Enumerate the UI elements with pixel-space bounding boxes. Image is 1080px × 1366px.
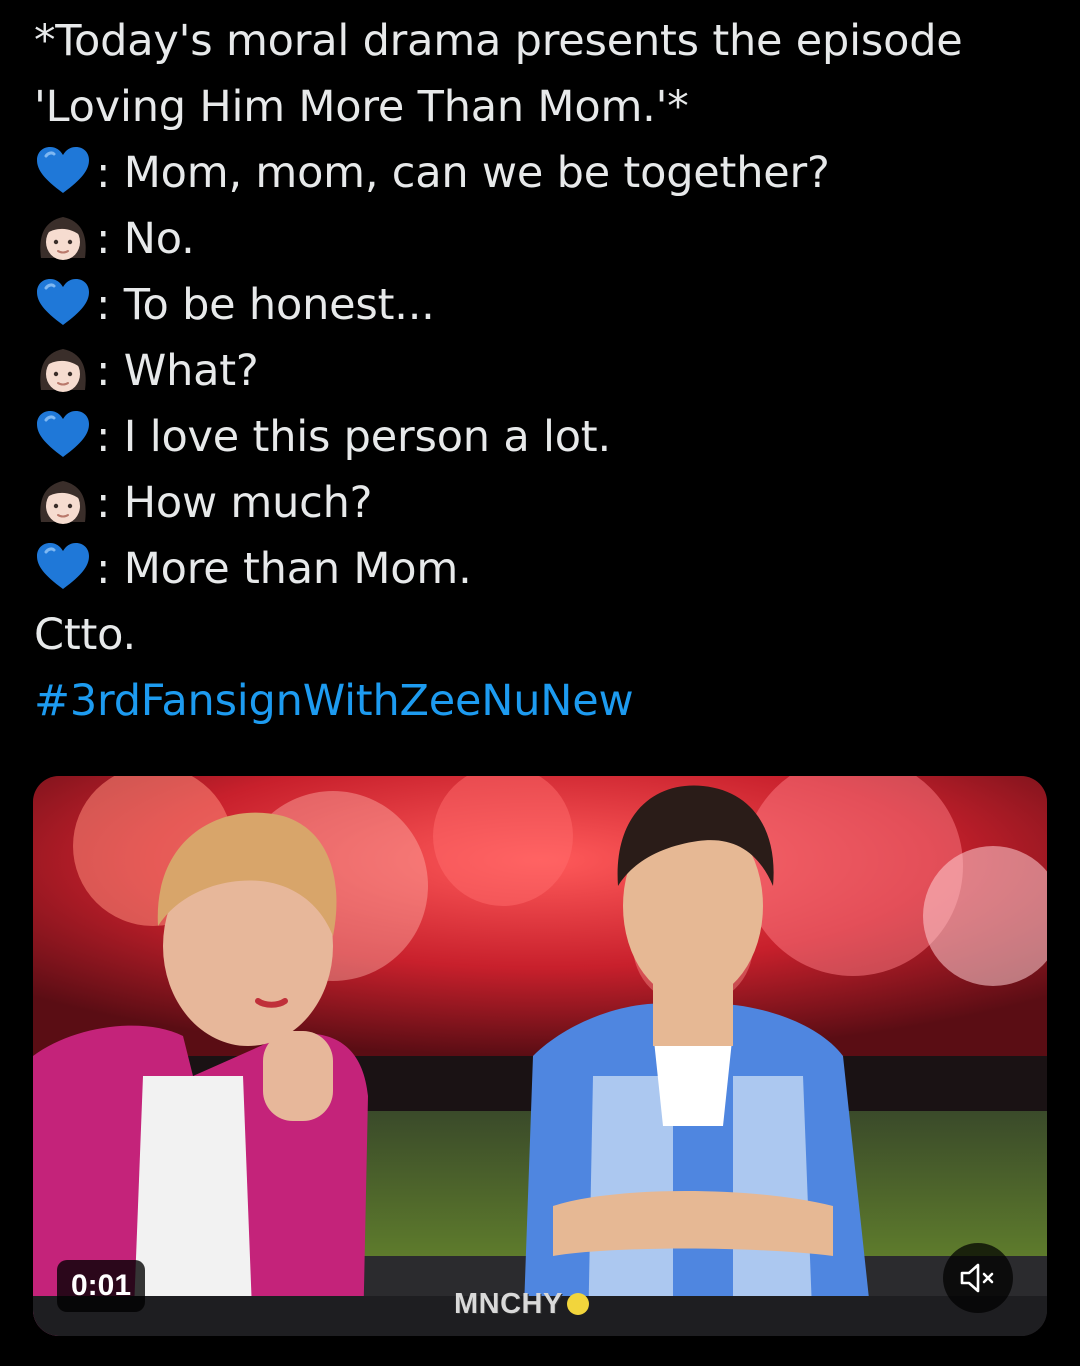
watermark-text: MNCHY <box>454 1288 563 1320</box>
blue-heart-icon <box>37 543 89 589</box>
blue-heart-icon <box>37 279 89 325</box>
woman-face-icon <box>40 481 86 524</box>
video-player[interactable]: 0:01 MNCHY <box>33 776 1047 1336</box>
woman-face-icon <box>40 217 86 260</box>
dialogue-line: : No. <box>34 206 1054 272</box>
dialogue-text: : Mom, mom, can we be together? <box>96 148 830 198</box>
speaker-muted-icon <box>960 1263 994 1293</box>
tweet-line: *Today's moral drama presents the episod… <box>34 16 963 66</box>
dialogue-text: : What? <box>96 346 259 396</box>
dialogue-line: : To be honest... <box>34 272 1054 338</box>
dialogue-text: : How much? <box>96 478 373 528</box>
credit-line: Ctto. <box>34 610 136 660</box>
dialogue-line: : Mom, mom, can we be together? <box>34 140 1054 206</box>
blue-heart-icon <box>37 147 89 193</box>
woman-face-icon <box>40 349 86 392</box>
lemon-icon <box>566 1293 589 1315</box>
dialogue-line: : How much? <box>34 470 1054 536</box>
dialogue-text: : More than Mom. <box>96 544 472 594</box>
dialogue-line: : What? <box>34 338 1054 404</box>
mute-toggle-button[interactable] <box>943 1243 1013 1313</box>
hashtag-link[interactable]: #3rdFansignWithZeeNuNew <box>34 668 1054 734</box>
video-frame <box>33 776 1047 1336</box>
video-watermark: MNCHY <box>454 1288 589 1321</box>
dialogue-text: : To be honest... <box>96 280 435 330</box>
dialogue-text: : I love this person a lot. <box>96 412 611 462</box>
dialogue-text: : No. <box>96 214 195 264</box>
video-timestamp: 0:01 <box>57 1260 146 1312</box>
dialogue-line: : I love this person a lot. <box>34 404 1054 470</box>
dialogue-line: : More than Mom. <box>34 536 1054 602</box>
tweet-line: 'Loving Him More Than Mom.'* <box>34 82 689 132</box>
blue-heart-icon <box>37 411 89 457</box>
tweet-text: *Today's moral drama presents the episod… <box>34 8 1054 734</box>
